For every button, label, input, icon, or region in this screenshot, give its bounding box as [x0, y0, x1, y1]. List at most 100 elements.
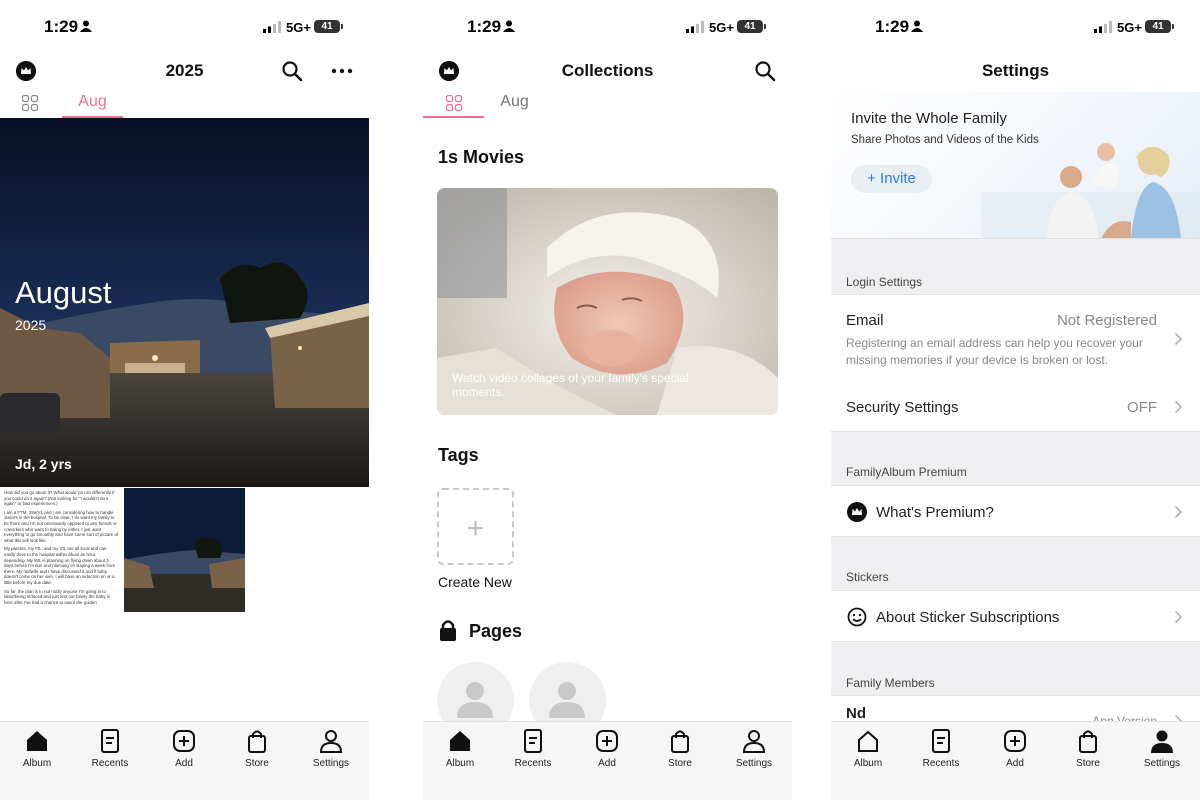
email-description: Registering an email address can help yo… [846, 336, 1143, 367]
email-row[interactable]: Email Not Registered Registering an emai… [831, 294, 1200, 383]
night-courtyard-thumbnail [124, 488, 245, 612]
collections-screen: 1:29 5G+ 41 Collections Aug 1s Movies Wa… [423, 0, 792, 800]
tab-album[interactable]: Album [838, 728, 898, 769]
chevron-right-icon [1174, 505, 1183, 519]
tags-heading: Tags [438, 445, 479, 465]
status-time: 1:29 [467, 17, 502, 36]
chevron-right-icon [1174, 610, 1183, 624]
tab-recents[interactable]: Recents [80, 728, 140, 769]
tab-add-label: Add [598, 758, 616, 769]
home-outline-icon [858, 730, 878, 752]
member-name: Nd [846, 705, 866, 722]
email-label: Email [846, 312, 884, 329]
text-note-thumbnail[interactable]: How did you go about it? What would you … [0, 488, 122, 612]
tab-store[interactable]: Store [650, 728, 710, 769]
person-icon [503, 20, 515, 32]
person-placeholder-icon [457, 682, 493, 718]
tab-store[interactable]: Store [1058, 728, 1118, 769]
tab-settings-label: Settings [735, 758, 773, 769]
tab-settings[interactable]: Settings [724, 728, 784, 769]
tab-aug[interactable]: Aug [484, 93, 545, 111]
album-screen: 1:29 5G+ 41 2025 Aug August 2025 Jd, 2 y… [0, 0, 369, 800]
sticker-subscriptions-label: About Sticker Subscriptions [876, 609, 1060, 626]
search-icon[interactable] [281, 60, 303, 82]
tab-add[interactable]: Add [154, 728, 214, 769]
security-settings-row[interactable]: Security Settings OFF [831, 382, 1200, 432]
tab-album-label: Album [22, 758, 52, 769]
home-icon [450, 731, 470, 751]
shopping-bag-icon [1079, 730, 1097, 753]
pages-heading: Pages [469, 621, 523, 641]
tab-album[interactable]: Album [430, 728, 490, 769]
login-settings-label: Login Settings [846, 275, 923, 289]
tab-settings-label: Settings [1143, 758, 1181, 769]
add-icon [1004, 730, 1026, 752]
smiley-icon [847, 607, 867, 627]
person-icon [80, 20, 92, 32]
tab-store-label: Store [668, 758, 692, 769]
tab-settings-label: Settings [312, 758, 350, 769]
note-paragraph: I am a FTM, 28w?d, and I am considering … [4, 509, 118, 543]
movies-card[interactable]: Watch video collages of your family's sp… [437, 188, 778, 415]
battery-icon: 41 [737, 20, 766, 33]
premium-group-label: FamilyAlbum Premium [846, 465, 967, 479]
tab-album-label: Album [853, 758, 883, 769]
add-icon [596, 730, 618, 752]
page-title: 2025 [165, 61, 204, 80]
tab-add[interactable]: Add [985, 728, 1045, 769]
page-title: Settings [981, 61, 1050, 80]
tab-recents[interactable]: Recents [911, 728, 971, 769]
cover-month: August [15, 275, 112, 310]
create-tag-button[interactable]: + [437, 488, 514, 565]
tab-settings[interactable]: Settings [1132, 728, 1192, 769]
network-label: 5G+ [1117, 20, 1142, 35]
sticker-subscriptions-row[interactable]: About Sticker Subscriptions [831, 590, 1200, 642]
tab-album[interactable]: Album [7, 728, 67, 769]
family-photo [981, 143, 1200, 238]
document-icon [932, 729, 950, 753]
grid-icon[interactable] [22, 95, 38, 111]
tab-aug[interactable]: Aug [62, 93, 123, 111]
signal-icon [263, 21, 281, 33]
note-paragraph: How did you go about it? What would you … [4, 490, 115, 507]
tab-recents-label: Recents [91, 758, 129, 769]
tab-settings[interactable]: Settings [301, 728, 361, 769]
tab-album-label: Album [445, 758, 475, 769]
note-paragraph: So far, the plan is to not notify anyone… [4, 588, 110, 605]
status-bar: 1:29 5G+ 41 [423, 0, 792, 56]
document-icon [524, 729, 542, 753]
status-bar: 1:29 5G+ 41 [0, 0, 369, 56]
tab-add-label: Add [175, 758, 193, 769]
grid-icon[interactable] [446, 95, 462, 111]
cover-child-age: Jd, 2 yrs [15, 456, 72, 472]
person-outline-icon [742, 730, 766, 753]
tab-store-label: Store [245, 758, 269, 769]
whats-premium-row[interactable]: What's Premium? [831, 485, 1200, 537]
tab-bar: Album Recents Add Store Settings [831, 721, 1200, 800]
person-outline-icon [319, 730, 343, 753]
lock-icon [440, 620, 456, 641]
tab-recents-label: Recents [514, 758, 552, 769]
search-icon[interactable] [754, 60, 776, 82]
album-tabs: Aug [0, 90, 369, 118]
battery-icon: 41 [1145, 20, 1174, 33]
family-members-group-label: Family Members [846, 676, 935, 690]
cover-year: 2025 [15, 317, 47, 333]
page-title: Collections [561, 61, 654, 80]
month-cover-photo[interactable]: August 2025 Jd, 2 yrs [0, 118, 369, 487]
chevron-right-icon [1174, 332, 1183, 346]
tab-store[interactable]: Store [227, 728, 287, 769]
network-label: 5G+ [286, 20, 311, 35]
invite-title: Invite the Whole Family [851, 110, 1007, 127]
settings-screen: 1:29 5G+ 41 Settings Invite the Whole Fa… [831, 0, 1200, 800]
status-bar: 1:29 5G+ 41 [831, 0, 1200, 56]
photo-thumbnail[interactable] [124, 488, 245, 612]
person-placeholder-icon [549, 682, 585, 718]
chevron-right-icon [1174, 400, 1183, 414]
create-new-label[interactable]: Create New [438, 574, 512, 590]
tab-recents[interactable]: Recents [503, 728, 563, 769]
tab-store-label: Store [1076, 758, 1100, 769]
invite-button[interactable]: + Invite [851, 165, 932, 193]
tab-add[interactable]: Add [577, 728, 637, 769]
more-icon[interactable] [331, 60, 353, 82]
